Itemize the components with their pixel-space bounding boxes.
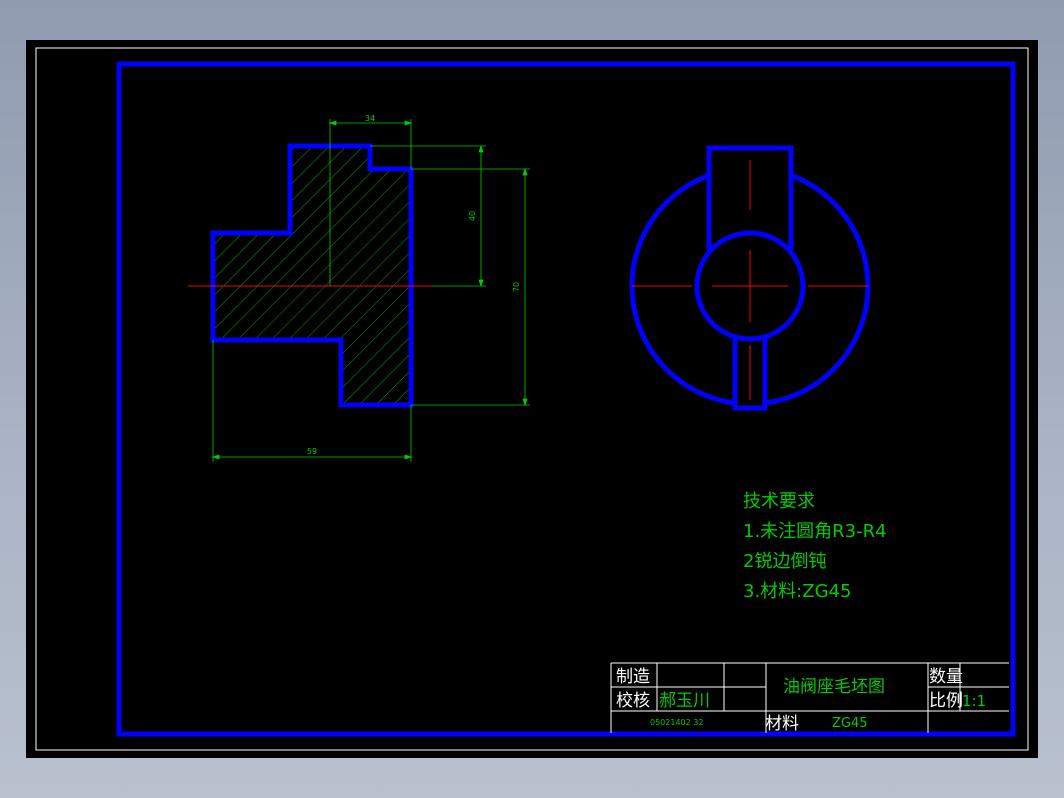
- title-block-check-label: 校核: [616, 691, 650, 711]
- title-block-scale-label: 比例: [929, 691, 963, 711]
- dimension-70-label: 70: [512, 282, 521, 292]
- notes-line-3: 3.材料:ZG45: [743, 581, 851, 602]
- dimension-40-label: 40: [468, 211, 477, 221]
- dimension-59-label: 59: [307, 447, 317, 456]
- notes-heading: 技术要求: [743, 491, 815, 512]
- title-block-material-value: ZG45: [832, 716, 868, 731]
- title-block-quantity-label: 数量: [929, 667, 963, 687]
- notes-line-1: 1.未注圆角R3-R4: [743, 521, 887, 542]
- title-block-checker-name: 郝玉川: [659, 691, 710, 711]
- cad-drawing-canvas: 34 40 70 59 技术要求 1.未注圆角R3-R4 2锐边倒钝 3.材料:…: [26, 40, 1038, 758]
- dimension-34-label: 34: [365, 114, 375, 123]
- drawing-sheet: [26, 40, 1038, 758]
- title-block-make-label: 制造: [616, 667, 650, 687]
- title-block-material-label: 材料: [765, 714, 799, 734]
- title-block-scale-value: 1:1: [962, 692, 986, 710]
- title-block-drawing-title: 油阀座毛坯图: [783, 677, 885, 697]
- title-block-student-id: 05021402 32: [650, 718, 703, 727]
- notes-line-2: 2锐边倒钝: [743, 551, 826, 572]
